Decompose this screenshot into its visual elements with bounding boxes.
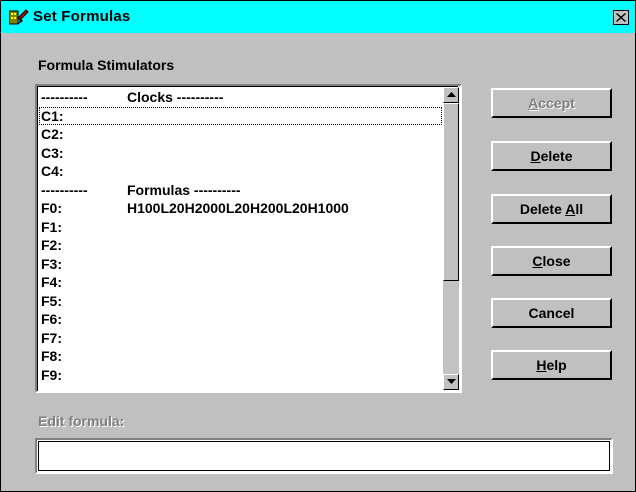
list-item-label: ---------- bbox=[41, 181, 88, 198]
list-item-label: ---------- bbox=[41, 89, 88, 105]
accept-button[interactable]: Accept bbox=[491, 88, 612, 118]
list-item-label: F8: bbox=[41, 348, 62, 364]
list-item[interactable]: F8: bbox=[39, 347, 442, 366]
close-window-button[interactable] bbox=[613, 10, 629, 25]
arrow-down-icon bbox=[447, 379, 456, 384]
list-section-header: ---------- Clocks ---------- bbox=[39, 88, 442, 107]
list-item-label: F6: bbox=[41, 311, 62, 327]
list-item[interactable]: F4: bbox=[39, 273, 442, 292]
delete-all-button[interactable]: Delete All bbox=[491, 194, 612, 224]
formula-stimulators-label: Formula Stimulators bbox=[38, 57, 175, 73]
list-item[interactable]: C1: bbox=[39, 106, 442, 125]
list-item-value: H100L20H2000L20H200L20H1000 bbox=[127, 200, 349, 216]
list-item[interactable]: F3: bbox=[39, 255, 442, 274]
list-item[interactable]: C4: bbox=[39, 162, 442, 181]
close-button[interactable]: Close bbox=[491, 246, 612, 276]
list-section-header: ---------- Formulas ---------- bbox=[39, 181, 442, 200]
app-wrench-icon bbox=[9, 9, 29, 25]
scroll-thumb[interactable] bbox=[443, 103, 459, 281]
list-item-label: F1: bbox=[41, 218, 62, 235]
scroll-up-button[interactable] bbox=[443, 87, 459, 103]
list-item[interactable]: F6: bbox=[39, 310, 442, 329]
cancel-button[interactable]: Cancel bbox=[491, 298, 612, 328]
stimulators-listbox[interactable]: ---------- Clocks ---------- C1: C2: C3: C4: -… bbox=[35, 84, 462, 393]
help-button[interactable]: Help bbox=[491, 350, 612, 380]
list-item-label: C1: bbox=[41, 107, 64, 124]
delete-button[interactable]: Delete bbox=[491, 141, 612, 171]
list-item-label: F9: bbox=[41, 366, 62, 383]
list-item-value: Formulas ---------- bbox=[127, 181, 241, 198]
set-formulas-dialog: Set Formulas Formula Stimulators -------… bbox=[0, 0, 636, 492]
close-icon bbox=[616, 13, 626, 22]
list-item[interactable]: C3: bbox=[39, 144, 442, 163]
arrow-up-icon bbox=[447, 92, 456, 97]
list-item-label: F2: bbox=[41, 237, 62, 253]
list-item[interactable]: F7: bbox=[39, 329, 442, 348]
list-item-label: F0: bbox=[41, 200, 62, 216]
list-item[interactable]: F9: bbox=[39, 366, 442, 385]
window-title: Set Formulas bbox=[33, 8, 131, 25]
title-bar[interactable]: Set Formulas bbox=[1, 1, 635, 33]
edit-formula-field[interactable] bbox=[35, 438, 613, 474]
list-item[interactable]: F0: H100L20H2000L20H200L20H1000 bbox=[39, 199, 442, 218]
list-item-label: F3: bbox=[41, 255, 62, 272]
list-item-label: F5: bbox=[41, 292, 62, 309]
list-item[interactable]: F1: bbox=[39, 218, 442, 237]
list-item-label: C4: bbox=[41, 163, 64, 179]
list-item[interactable]: F2: bbox=[39, 236, 442, 255]
list-item-label: F4: bbox=[41, 274, 62, 290]
scroll-down-button[interactable] bbox=[443, 374, 459, 390]
list-item[interactable]: C2: bbox=[39, 125, 442, 144]
list-item-label: C3: bbox=[41, 144, 64, 161]
stimulators-list[interactable]: ---------- Clocks ---------- C1: C2: C3: C4: -… bbox=[39, 88, 442, 390]
vertical-scrollbar[interactable] bbox=[443, 87, 459, 390]
scroll-track[interactable] bbox=[443, 281, 459, 374]
list-item-label: F7: bbox=[41, 329, 62, 346]
edit-formula-label: Edit formula: bbox=[38, 413, 125, 429]
list-item-label: C2: bbox=[41, 126, 64, 142]
list-item-value: Clocks ---------- bbox=[127, 89, 224, 105]
list-item[interactable]: F5: bbox=[39, 292, 442, 311]
edit-formula-input[interactable] bbox=[38, 441, 610, 471]
